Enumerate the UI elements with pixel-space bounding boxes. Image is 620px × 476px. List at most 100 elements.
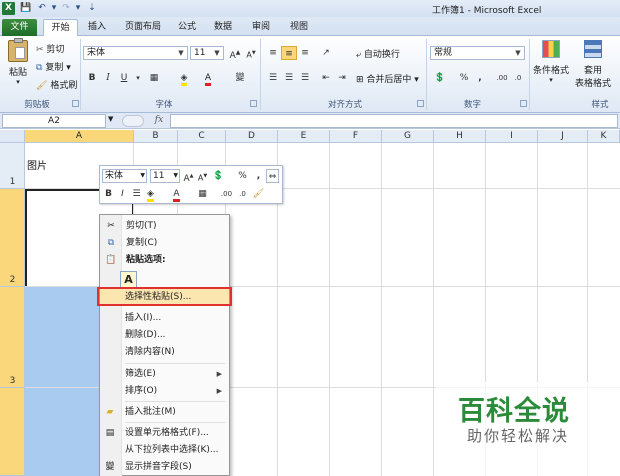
- alignment-launcher-icon[interactable]: [417, 100, 424, 107]
- tab-review[interactable]: 审阅: [246, 19, 276, 36]
- row-header-1[interactable]: 1: [0, 143, 25, 189]
- font-color-icon[interactable]: A: [170, 187, 183, 202]
- insert-function-icon[interactable]: fx: [150, 114, 168, 128]
- formula-input[interactable]: [170, 114, 618, 128]
- menu-item-delete[interactable]: 删除(D)...: [99, 327, 228, 343]
- menu-item-copy[interactable]: ⧉ 复制(C): [100, 235, 229, 251]
- decrease-indent-icon[interactable]: ⇤: [318, 71, 334, 85]
- number-format-select[interactable]: 常规 ▼: [430, 46, 525, 60]
- undo-icon[interactable]: ↶: [36, 3, 48, 14]
- font-size-select[interactable]: 11 ▼: [190, 46, 224, 60]
- tab-formulas[interactable]: 公式: [172, 19, 202, 36]
- phonetic-icon[interactable]: 變: [232, 71, 248, 85]
- comma-style-icon[interactable]: ,: [252, 169, 265, 183]
- tab-data[interactable]: 数据: [208, 19, 238, 36]
- paste-dropdown-icon[interactable]: ▾: [6, 78, 30, 86]
- bold-icon[interactable]: B: [102, 187, 115, 201]
- menu-item-filter[interactable]: 筛选(E) ▶: [99, 366, 228, 382]
- undo-dropdown-icon[interactable]: ▾: [48, 3, 60, 14]
- font-color-icon[interactable]: A: [200, 71, 216, 86]
- align-right-icon[interactable]: ☰: [297, 71, 313, 85]
- row-header-3[interactable]: 3: [0, 287, 25, 388]
- align-left-icon[interactable]: ☰: [265, 71, 281, 85]
- paste-option-keep-formatting-icon[interactable]: A: [120, 271, 137, 288]
- name-box[interactable]: A2: [2, 114, 106, 128]
- column-header-c[interactable]: C: [178, 130, 226, 143]
- column-header-h[interactable]: H: [434, 130, 486, 143]
- currency-icon[interactable]: 💲: [432, 71, 448, 85]
- increase-indent-icon[interactable]: ⇥: [334, 71, 350, 85]
- currency-format-icon[interactable]: 💲: [212, 169, 225, 183]
- tab-view[interactable]: 视图: [284, 19, 314, 36]
- increase-decimal-icon[interactable]: .00: [220, 187, 233, 201]
- excel-logo-icon[interactable]: X: [2, 2, 15, 15]
- column-header-e[interactable]: E: [278, 130, 330, 143]
- percent-icon[interactable]: %: [236, 169, 249, 183]
- name-box-dropdown-icon[interactable]: ▼: [108, 115, 113, 123]
- format-painter-button[interactable]: 🖌 格式刷: [36, 78, 77, 91]
- menu-item-phonetic[interactable]: 變显示拼音字段(S): [99, 459, 228, 475]
- align-center-icon[interactable]: ☰: [281, 71, 297, 85]
- shrink-font-icon[interactable]: A▼: [196, 169, 209, 183]
- orientation-icon[interactable]: ↗: [318, 46, 334, 60]
- grow-font-icon[interactable]: A▲: [182, 169, 195, 184]
- column-header-a[interactable]: A: [25, 130, 134, 143]
- menu-item-sort[interactable]: 排序(O) ▶: [99, 383, 228, 399]
- tab-page-layout[interactable]: 页面布局: [117, 19, 169, 36]
- fill-color-icon[interactable]: ◈: [144, 187, 157, 202]
- row-header-4[interactable]: [0, 388, 25, 476]
- column-header-k[interactable]: K: [588, 130, 620, 143]
- menu-item-cut[interactable]: ✂ 剪切(T): [100, 218, 229, 234]
- percent-icon[interactable]: %: [456, 71, 472, 85]
- italic-icon[interactable]: I: [100, 71, 116, 85]
- menu-item-insert-comment[interactable]: ▰ 插入批注(M): [99, 404, 228, 420]
- merge-center-button[interactable]: ⊞ 合并后居中 ▾: [356, 72, 419, 85]
- column-header-d[interactable]: D: [226, 130, 278, 143]
- borders-icon[interactable]: ▦: [146, 71, 162, 85]
- paste-button[interactable]: 粘贴 ▾: [6, 38, 30, 92]
- decrease-decimal-icon[interactable]: .0: [510, 71, 526, 85]
- redo-icon[interactable]: ↷: [60, 3, 72, 14]
- mini-font-select[interactable]: 宋体 ▼: [102, 169, 147, 183]
- merge-cells-icon[interactable]: ⇔: [266, 169, 279, 183]
- italic-icon[interactable]: I: [116, 187, 129, 201]
- comma-style-icon[interactable]: ,: [472, 71, 488, 85]
- menu-item-insert[interactable]: 插入(I)...: [99, 310, 228, 326]
- tab-file[interactable]: 文件: [2, 19, 37, 36]
- shrink-font-icon[interactable]: A▼: [243, 46, 259, 60]
- column-header-f[interactable]: F: [330, 130, 382, 143]
- fill-color-icon[interactable]: ◈: [176, 71, 192, 86]
- align-middle-icon[interactable]: ≡: [281, 46, 297, 60]
- underline-dropdown-icon[interactable]: ▾: [130, 71, 146, 85]
- tab-insert[interactable]: 插入: [82, 19, 112, 36]
- customize-toolbar-icon[interactable]: ⇣: [86, 3, 98, 14]
- cut-button[interactable]: ✂ 剪切: [36, 42, 64, 55]
- row-header-2[interactable]: 2: [0, 189, 25, 287]
- column-header-g[interactable]: G: [382, 130, 434, 143]
- formula-bar-handle[interactable]: [122, 115, 144, 127]
- bold-icon[interactable]: B: [84, 71, 100, 85]
- borders-icon[interactable]: ▦: [196, 187, 209, 201]
- copy-button[interactable]: ⧉ 复制 ▾: [36, 60, 71, 73]
- align-bottom-icon[interactable]: ≡: [297, 46, 313, 60]
- decrease-decimal-icon[interactable]: .0: [236, 187, 249, 201]
- tab-home[interactable]: 开始: [43, 19, 78, 37]
- menu-item-pick-from-list[interactable]: 从下拉列表中选择(K)...: [99, 442, 228, 458]
- number-launcher-icon[interactable]: [520, 100, 527, 107]
- brush-icon[interactable]: 🖌: [252, 187, 265, 201]
- wrap-text-button[interactable]: ⤶ 自动换行: [356, 47, 400, 60]
- menu-item-format-cells[interactable]: ▤ 设置单元格格式(F)...: [99, 425, 228, 441]
- save-icon[interactable]: 💾: [20, 3, 32, 14]
- font-launcher-icon[interactable]: [250, 100, 257, 107]
- menu-item-clear[interactable]: 清除内容(N): [99, 344, 228, 360]
- conditional-formatting-button[interactable]: 条件格式 ▾: [532, 40, 570, 84]
- column-header-j[interactable]: J: [538, 130, 588, 143]
- align-center-icon[interactable]: ☰: [130, 187, 143, 201]
- grow-font-icon[interactable]: A▲: [227, 46, 243, 61]
- column-header-i[interactable]: I: [486, 130, 538, 143]
- redo-dropdown-icon[interactable]: ▾: [72, 3, 84, 14]
- format-as-table-button[interactable]: 套用 表格格式: [573, 40, 613, 89]
- select-all-corner[interactable]: [0, 130, 25, 143]
- clipboard-launcher-icon[interactable]: [72, 100, 79, 107]
- font-name-select[interactable]: 宋体 ▼: [83, 46, 188, 60]
